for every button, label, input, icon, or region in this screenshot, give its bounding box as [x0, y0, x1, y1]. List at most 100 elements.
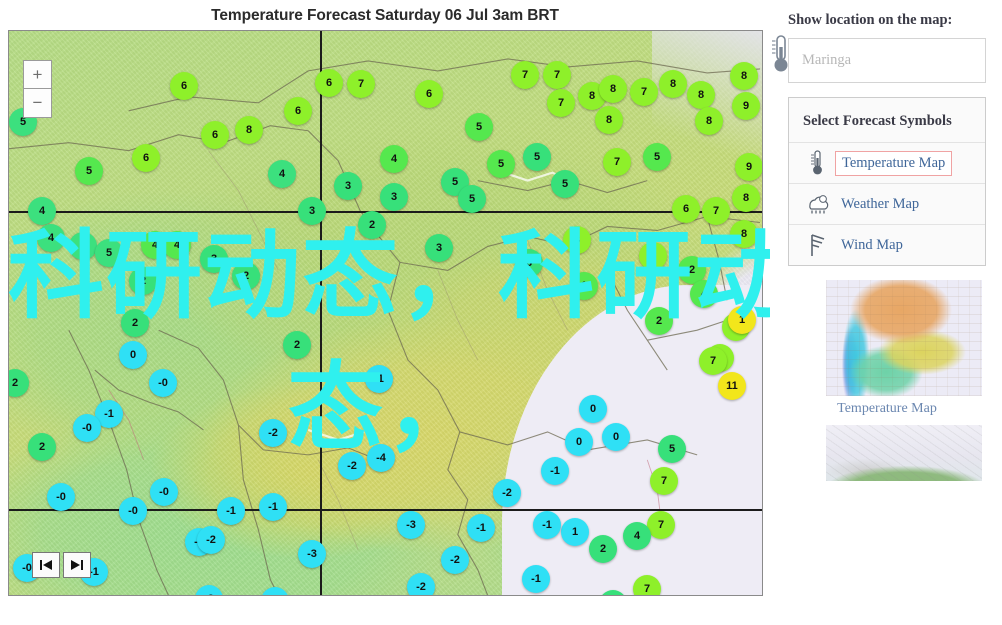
temperature-marker[interactable]: 5	[658, 435, 686, 463]
temperature-marker[interactable]: -2	[259, 419, 287, 447]
temperature-marker[interactable]: 0	[119, 341, 147, 369]
temperature-marker[interactable]: 0	[639, 242, 667, 270]
zoom-in-button[interactable]: +	[23, 60, 52, 89]
temperature-marker[interactable]: 4	[380, 145, 408, 173]
temperature-marker[interactable]: -2	[493, 479, 521, 507]
temperature-marker[interactable]: -1	[541, 457, 569, 485]
thumbnail-image-weather[interactable]	[826, 425, 982, 482]
skip-back-icon[interactable]	[32, 552, 60, 578]
temperature-marker[interactable]: 7	[702, 197, 730, 225]
temperature-marker[interactable]: -1	[467, 514, 495, 542]
temperature-marker[interactable]: 3	[515, 249, 543, 277]
temperature-marker[interactable]: 7	[347, 70, 375, 98]
temperature-marker[interactable]: 8	[595, 106, 623, 134]
temperature-marker[interactable]: 4	[268, 160, 296, 188]
temperature-marker[interactable]: -0	[149, 369, 177, 397]
thumbnail-image-temperature[interactable]	[826, 280, 982, 397]
temperature-marker[interactable]: -3	[397, 511, 425, 539]
temperature-marker[interactable]: 3	[380, 183, 408, 211]
temperature-marker[interactable]: 2	[28, 433, 56, 461]
temperature-marker[interactable]: 6	[415, 80, 443, 108]
temperature-marker[interactable]: 8	[599, 75, 627, 103]
temperature-marker[interactable]: 4	[37, 224, 65, 252]
map-viewport[interactable]: 5665445544684636372436355557577588887758…	[8, 30, 763, 596]
temperature-marker[interactable]: 5	[643, 143, 671, 171]
temperature-marker[interactable]: 1	[561, 518, 589, 546]
temperature-marker[interactable]: -2	[441, 546, 469, 574]
temperature-marker[interactable]: 6	[201, 121, 229, 149]
temperature-marker[interactable]: 3	[425, 234, 453, 262]
temperature-marker[interactable]: -0	[47, 483, 75, 511]
thumbnail-temperature-map[interactable]: Temperature Map	[788, 280, 986, 417]
temperature-marker[interactable]: -2	[407, 573, 435, 595]
temperature-marker[interactable]: 8	[730, 220, 758, 248]
temperature-marker[interactable]: 4	[163, 231, 191, 259]
temperature-marker[interactable]: -3	[298, 540, 326, 568]
temperature-marker[interactable]: 4	[623, 522, 651, 550]
temperature-marker[interactable]: 1	[570, 272, 598, 300]
temperature-marker[interactable]: 3	[298, 197, 326, 225]
temperature-marker[interactable]: 9	[732, 92, 760, 120]
temperature-marker[interactable]: 5	[465, 113, 493, 141]
temperature-marker[interactable]: -1	[259, 493, 287, 521]
temperature-marker[interactable]: 6	[132, 144, 160, 172]
temperature-marker[interactable]: 3	[200, 245, 228, 273]
temperature-marker[interactable]: -4	[367, 444, 395, 472]
temperature-marker[interactable]: 5	[487, 150, 515, 178]
temperature-marker[interactable]: -2	[338, 452, 366, 480]
temperature-marker[interactable]: 7	[650, 467, 678, 495]
temperature-marker[interactable]: -0	[119, 497, 147, 525]
location-search-input[interactable]	[788, 38, 986, 83]
temperature-marker[interactable]: 2	[645, 307, 673, 335]
temperature-marker[interactable]: 1	[728, 306, 756, 334]
temperature-marker[interactable]: -2	[197, 526, 225, 554]
temperature-marker[interactable]: 7	[547, 89, 575, 117]
temperature-marker[interactable]: -0	[73, 414, 101, 442]
temperature-marker[interactable]: 5	[458, 185, 486, 213]
temperature-marker[interactable]: 2	[129, 267, 157, 295]
temperature-marker[interactable]: 7	[543, 61, 571, 89]
temperature-marker[interactable]: -1	[522, 565, 550, 593]
temperature-marker[interactable]: 4	[28, 197, 56, 225]
temperature-marker[interactable]: 7	[603, 148, 631, 176]
temperature-marker[interactable]: 8	[563, 226, 591, 254]
temperature-marker[interactable]: 3	[334, 172, 362, 200]
temperature-marker[interactable]: -0	[150, 478, 178, 506]
temperature-marker[interactable]: 0	[565, 428, 593, 456]
temperature-marker[interactable]: 2	[358, 211, 386, 239]
temperature-marker[interactable]: 0	[602, 423, 630, 451]
temperature-marker[interactable]: 2	[121, 309, 149, 337]
temperature-marker[interactable]: 2	[232, 262, 260, 290]
temperature-marker[interactable]: 8	[687, 81, 715, 109]
symbol-option-temperature-map[interactable]: Temperature Map	[789, 142, 985, 184]
temperature-marker[interactable]: 7	[647, 511, 675, 539]
symbol-option-weather-map[interactable]: Weather Map	[789, 183, 985, 225]
temperature-marker[interactable]: 5	[69, 232, 97, 260]
temperature-marker[interactable]: 0	[579, 395, 607, 423]
temperature-marker[interactable]: 11	[718, 372, 746, 400]
temperature-marker[interactable]: 5	[551, 170, 579, 198]
temperature-marker[interactable]: 8	[732, 184, 760, 212]
thumbnail-weather-map[interactable]	[788, 425, 986, 482]
temperature-marker[interactable]: 5	[75, 157, 103, 185]
temperature-marker[interactable]: -1	[217, 497, 245, 525]
temperature-marker[interactable]: 5	[95, 239, 123, 267]
temperature-marker[interactable]: 7	[511, 61, 539, 89]
skip-forward-icon[interactable]	[63, 552, 91, 578]
temperature-marker[interactable]: 7	[630, 78, 658, 106]
temperature-marker[interactable]: 6	[672, 195, 700, 223]
temperature-marker[interactable]: 8	[235, 116, 263, 144]
temperature-marker[interactable]: -1	[533, 511, 561, 539]
temperature-marker[interactable]: 8	[730, 62, 758, 90]
zoom-out-button[interactable]: −	[23, 89, 52, 118]
temperature-marker[interactable]: 2	[283, 331, 311, 359]
temperature-marker[interactable]: 8	[659, 70, 687, 98]
temperature-marker[interactable]: -1	[365, 365, 393, 393]
temperature-marker[interactable]: 6	[170, 72, 198, 100]
temperature-marker[interactable]: 8	[695, 107, 723, 135]
temperature-marker[interactable]: 2	[589, 535, 617, 563]
temperature-marker[interactable]: 7	[633, 575, 661, 595]
temperature-marker[interactable]: 4	[690, 280, 718, 308]
temperature-marker[interactable]: 6	[284, 97, 312, 125]
temperature-marker[interactable]: 7	[699, 347, 727, 375]
